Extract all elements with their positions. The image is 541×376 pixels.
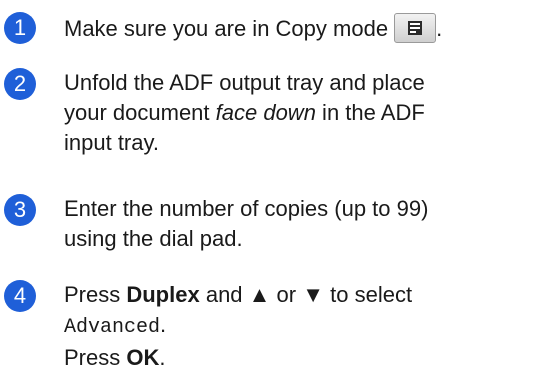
down-arrow-icon: ▼ [302, 282, 325, 307]
step-text: Press Duplex and ▲ or ▼ to select Advanc… [64, 282, 413, 370]
up-arrow-icon: ▲ [248, 282, 271, 307]
copy-mode-icon [394, 13, 437, 44]
step-number: 3 [4, 194, 36, 226]
step-number: 4 [4, 280, 36, 312]
option-advanced: Advanced [64, 316, 161, 339]
step-number: 2 [4, 68, 36, 100]
instruction-page: 1 Make sure you are in Copy mode. 2 Unfo… [0, 0, 541, 376]
step-text: Unfold the ADF output tray and place you… [64, 70, 425, 155]
step-number: 1 [4, 12, 36, 44]
ok-key: OK [126, 345, 160, 370]
duplex-key: Duplex [126, 282, 200, 307]
step-text: Make sure you are in Copy mode. [64, 13, 534, 45]
step-text: Enter the number of copies (up to 99) us… [64, 196, 429, 251]
